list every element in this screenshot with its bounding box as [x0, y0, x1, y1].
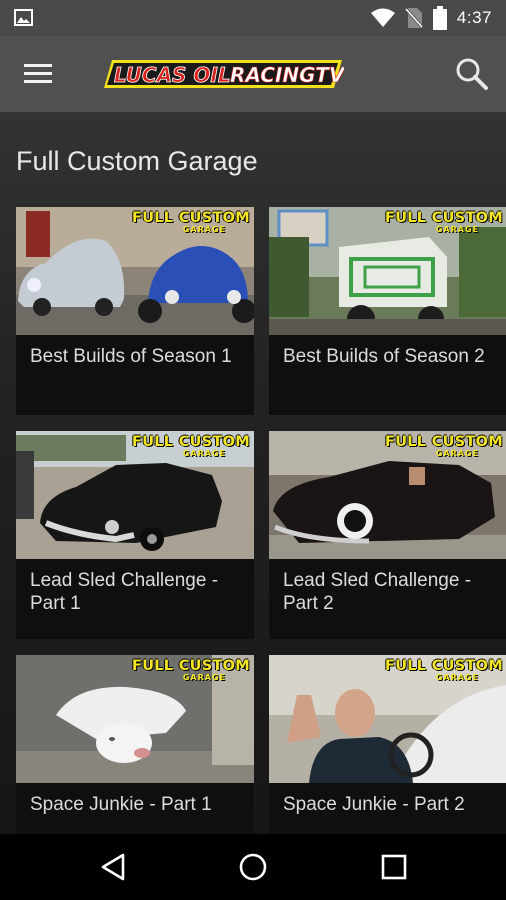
recents-icon[interactable] — [378, 851, 410, 883]
page-title: Full Custom Garage — [16, 146, 258, 176]
video-card[interactable]: FULL CUSTOM GARAGE Best Builds of Season… — [16, 207, 254, 415]
app-bar: LUCAS OIL RACINGTV — [0, 36, 506, 112]
video-thumbnail: FULL CUSTOM GARAGE — [16, 431, 254, 559]
video-list: Full Custom Garage FULL CUSTOM GARAGE Be… — [0, 112, 506, 834]
video-thumbnail: FULL CUSTOM GARAGE — [16, 655, 254, 783]
video-thumbnail: FULL CUSTOM GARAGE — [269, 655, 506, 783]
status-bar: 4:37 — [0, 0, 506, 36]
wifi-icon — [370, 8, 395, 27]
app-logo: LUCAS OIL RACINGTV — [104, 60, 344, 88]
status-time: 4:37 — [456, 8, 492, 27]
video-title: Best Builds of Season 2 — [283, 346, 485, 367]
logo-text-1: LUCAS OIL — [114, 63, 231, 87]
video-card[interactable]: FULL CUSTOM GARAGE Lead Sled Challenge -… — [269, 431, 506, 639]
video-card[interactable]: FULL CUSTOM GARAGE Space Junkie - Part 1 — [16, 655, 254, 834]
video-title: Lead Sled Challenge - Part 2 — [283, 570, 472, 614]
battery-icon — [432, 6, 447, 30]
system-nav-bar — [0, 834, 506, 900]
menu-button[interactable] — [24, 62, 54, 86]
back-icon[interactable] — [98, 851, 130, 883]
show-badge: FULL CUSTOM GARAGE — [131, 434, 250, 458]
video-thumbnail: FULL CUSTOM GARAGE — [269, 207, 506, 335]
video-card[interactable]: FULL CUSTOM GARAGE Best Builds of Season… — [269, 207, 506, 415]
video-title: Space Junkie - Part 1 — [30, 794, 212, 815]
video-title: Best Builds of Season 1 — [30, 346, 232, 367]
video-card[interactable]: FULL CUSTOM GARAGE Space Junkie - Part 2 — [269, 655, 506, 834]
menu-icon — [24, 64, 52, 67]
show-badge: FULL CUSTOM GARAGE — [131, 210, 250, 234]
video-title: Space Junkie - Part 2 — [283, 794, 465, 815]
video-card[interactable]: FULL CUSTOM GARAGE Lead Sled Challenge -… — [16, 431, 254, 639]
show-badge: FULL CUSTOM GARAGE — [131, 658, 250, 682]
video-title: Lead Sled Challenge - Part 1 — [30, 570, 219, 614]
logo-text-2: RACINGTV — [230, 63, 344, 87]
show-badge: FULL CUSTOM GARAGE — [384, 210, 503, 234]
no-sim-icon — [404, 8, 423, 28]
show-badge: FULL CUSTOM GARAGE — [384, 658, 503, 682]
video-thumbnail: FULL CUSTOM GARAGE — [269, 431, 506, 559]
search-icon[interactable] — [454, 56, 490, 92]
image-icon — [14, 9, 33, 26]
show-badge: FULL CUSTOM GARAGE — [384, 434, 503, 458]
video-thumbnail: FULL CUSTOM GARAGE — [16, 207, 254, 335]
home-icon[interactable] — [237, 851, 269, 883]
